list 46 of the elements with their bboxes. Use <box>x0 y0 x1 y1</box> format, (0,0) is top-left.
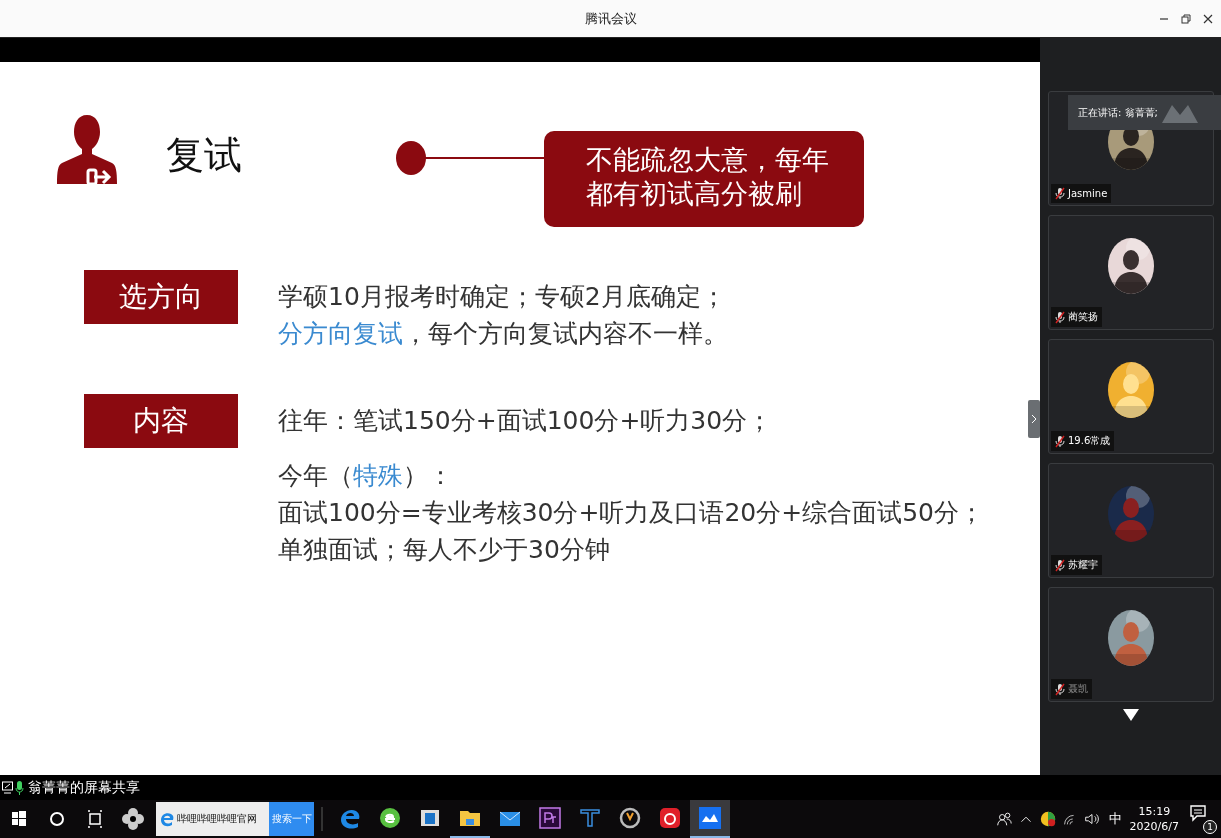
section-label: 选方向 <box>84 270 238 324</box>
tray-app-icon[interactable] <box>1038 810 1057 828</box>
participant-name: Jasmine <box>1068 188 1108 199</box>
meeting-logo-icon <box>698 806 722 830</box>
speaking-text: 正在讲话: 翁菁菁; <box>1078 105 1158 120</box>
clock-date[interactable]: 2020/6/7 <box>1129 819 1179 834</box>
screen-share-icon <box>2 781 13 794</box>
clock-time[interactable]: 15:19 <box>1138 804 1171 819</box>
slide-text-line: 学硕10月报考时确定；专硕2月底确定； <box>278 281 727 313</box>
slide-text-line: 分方向复试，每个方向复试内容不一样。 <box>278 318 728 350</box>
slide-title: 复试 <box>166 132 243 179</box>
callout-text: 都有初试高分被刷 <box>586 177 803 211</box>
slide-text-line: 面试100分=专业考核30分+听力及口语20分+综合面试50分； <box>278 497 984 529</box>
participant-tile[interactable]: 苏耀宇 <box>1048 463 1214 578</box>
screen-share-label: 翁菁菁的屏幕共享 <box>28 778 140 797</box>
participant-tile[interactable]: 聂凯 <box>1048 587 1214 702</box>
restore-icon[interactable] <box>1181 14 1191 24</box>
t-logo-icon <box>578 806 602 830</box>
expand-handle[interactable] <box>1028 400 1040 438</box>
participant-name: 蔺笑扬 <box>1068 310 1098 324</box>
slide-text-line: 今年（特殊）： <box>278 460 454 492</box>
window-title: 腾讯会议 <box>584 9 637 28</box>
search-field[interactable]: 哔哩哔哩哔哩官网 <box>156 802 269 836</box>
callout-text: 不能疏忽大意，每年 <box>586 143 830 177</box>
section-label: 内容 <box>84 394 238 448</box>
input-method-indicator[interactable]: 中 <box>1108 810 1122 828</box>
people-icon[interactable] <box>994 810 1013 828</box>
mic-icon <box>15 780 24 795</box>
participant-name: 苏耀宇 <box>1068 558 1098 572</box>
participant-name: 聂凯 <box>1068 682 1088 696</box>
music-logo-icon <box>658 806 682 830</box>
game-logo-icon <box>618 806 642 830</box>
participant-tile[interactable]: 蔺笑扬 <box>1048 215 1214 330</box>
person-exit-icon <box>56 113 118 185</box>
scroll-down-icon[interactable] <box>1122 709 1139 721</box>
browser-globe-icon <box>378 806 402 830</box>
notification-badge: 1 <box>1203 820 1217 834</box>
participant-name: 19.6常成 <box>1068 434 1111 448</box>
slide-text-line: 单独面试；每人不少于30分钟 <box>278 534 611 566</box>
notification-icon[interactable] <box>1189 804 1207 822</box>
close-icon[interactable] <box>1203 14 1213 24</box>
browser-e-icon <box>160 812 175 827</box>
participant-tile[interactable]: 19.6常成 <box>1048 339 1214 454</box>
slide-text-line: 往年：笔试150分+面试100分+听力30分； <box>278 405 774 437</box>
pr-logo-icon <box>538 806 562 830</box>
taskbar-app-button[interactable] <box>690 800 730 838</box>
